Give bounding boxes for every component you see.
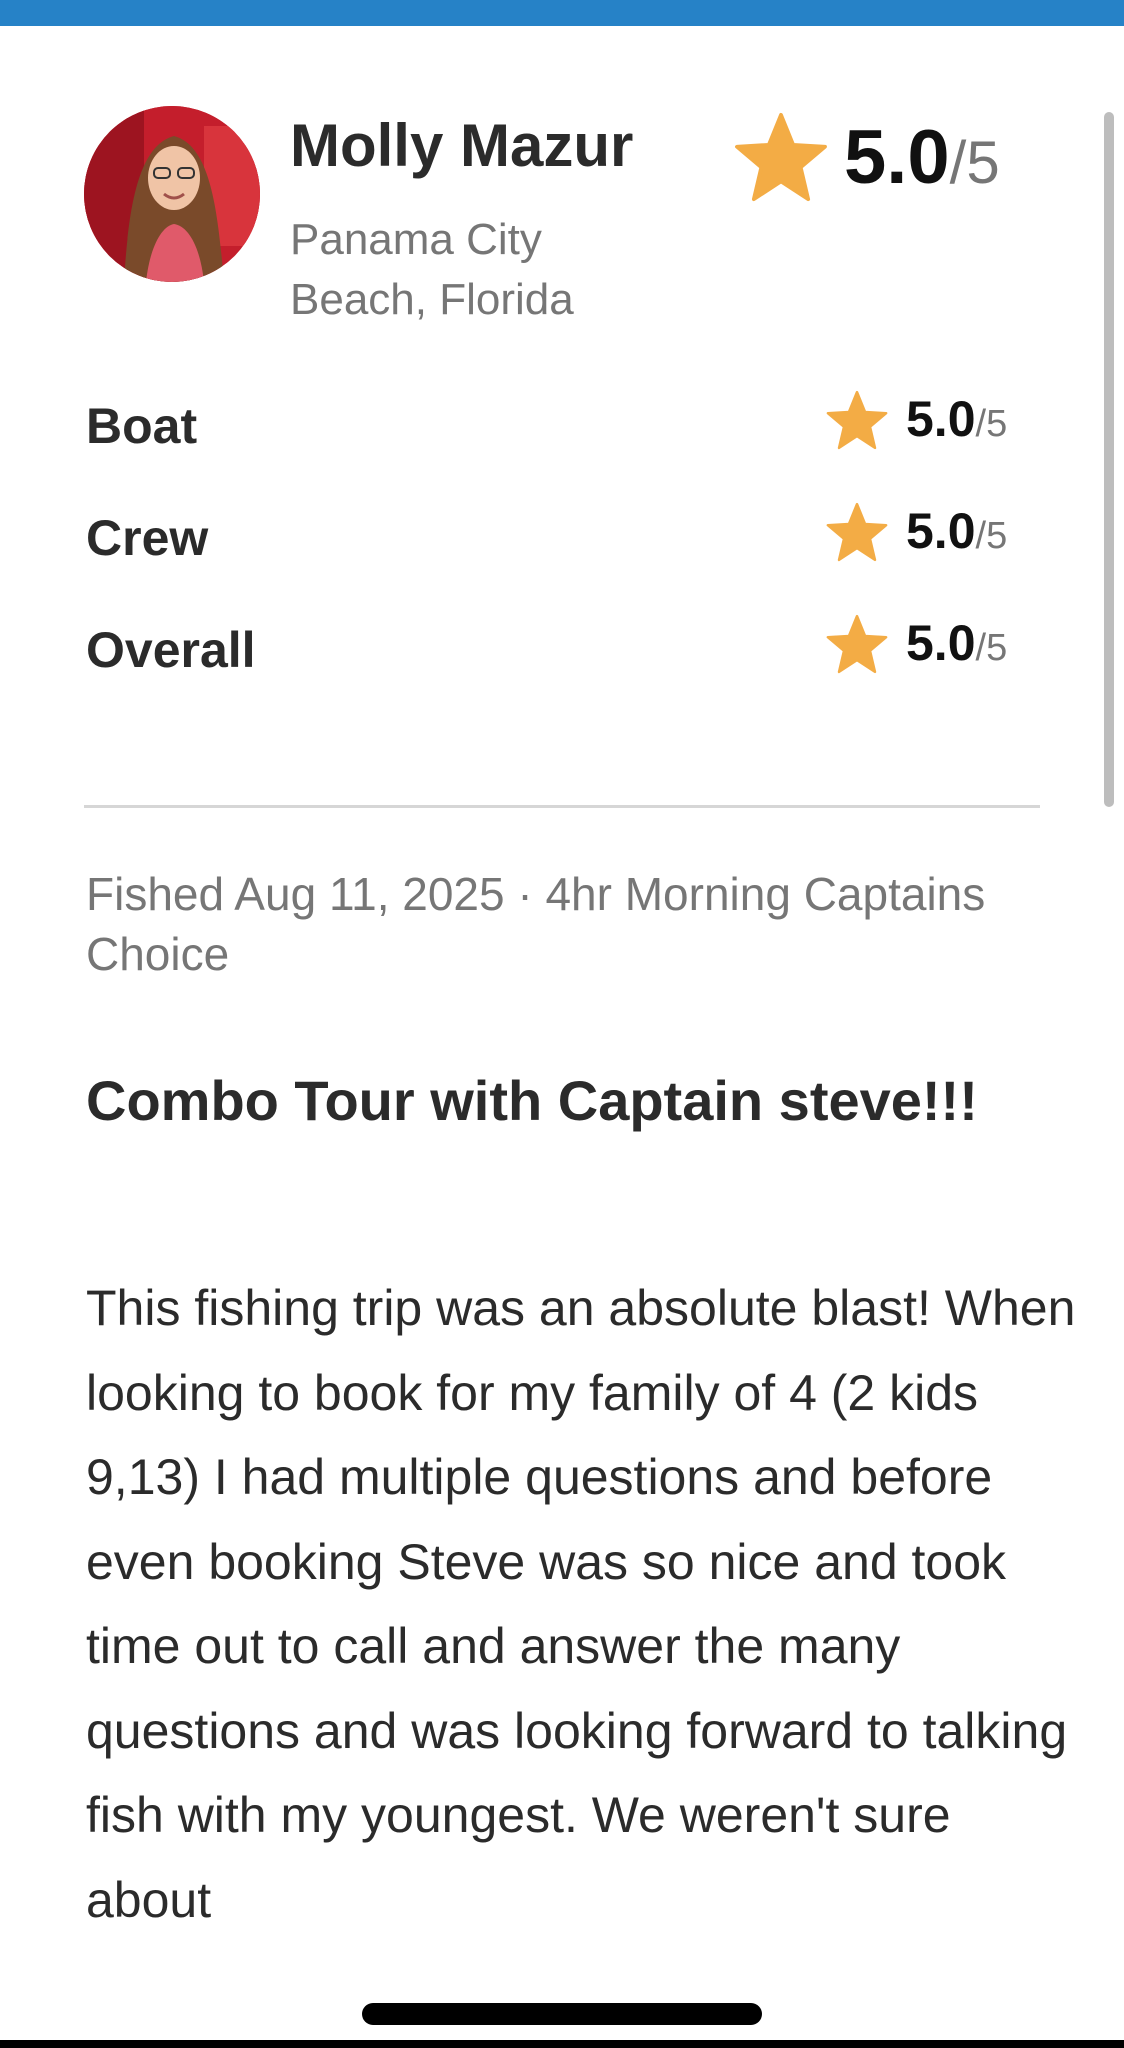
review-title: Combo Tour with Captain steve!!! xyxy=(86,1069,978,1132)
category-label-boat: Boat xyxy=(86,398,198,454)
overall-rating: 5.0/5 xyxy=(844,108,1000,213)
category-rating-scale: /5 xyxy=(975,515,1008,557)
top-status-bar xyxy=(0,0,1124,26)
divider xyxy=(84,805,1040,808)
reviewer-location: Panama City Beach, Florida xyxy=(290,215,574,324)
star-icon xyxy=(826,390,888,450)
star-icon xyxy=(734,112,828,202)
reviewer-name: Molly Mazur xyxy=(290,112,634,179)
category-rating-boat: 5.0/5 xyxy=(906,389,1007,454)
bottom-edge-bar xyxy=(0,2040,1124,2048)
category-label-overall: Overall xyxy=(86,622,256,678)
category-rating-value: 5.0 xyxy=(906,391,976,447)
avatar-image xyxy=(84,106,260,282)
trip-meta: Fished Aug 11, 2025 · 4hr Morning Captai… xyxy=(86,868,986,980)
star-icon xyxy=(826,614,888,674)
category-rating-value: 5.0 xyxy=(906,615,976,671)
overall-rating-scale: /5 xyxy=(949,129,1000,196)
category-rating-value: 5.0 xyxy=(906,503,976,559)
scrollbar[interactable] xyxy=(1104,112,1114,807)
review-body: This fishing trip was an absolute blast!… xyxy=(86,1280,1076,1928)
overall-rating-value: 5.0 xyxy=(844,115,950,200)
home-indicator[interactable] xyxy=(362,2003,762,2025)
category-label-crew: Crew xyxy=(86,510,209,566)
category-rating-scale: /5 xyxy=(975,403,1008,445)
category-rating-crew: 5.0/5 xyxy=(906,501,1007,566)
avatar xyxy=(84,106,260,282)
star-icon xyxy=(826,502,888,562)
category-rating-scale: /5 xyxy=(975,627,1008,669)
category-rating-overall: 5.0/5 xyxy=(906,613,1007,678)
